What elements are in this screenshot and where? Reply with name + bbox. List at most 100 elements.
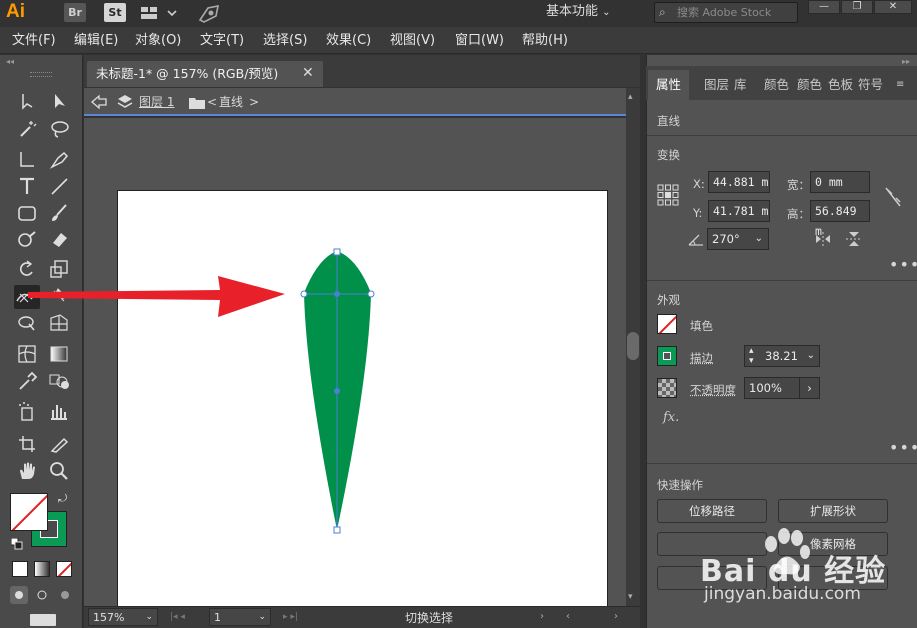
breadcrumb-object[interactable]: 直线 [219,91,243,113]
screen-mode-button[interactable] [30,614,56,626]
none-mode-button[interactable] [56,561,72,577]
artboard-number-field[interactable]: 1 ⌄ [209,608,271,626]
more-transform-options-icon[interactable]: ••• [889,255,917,274]
type-tool[interactable] [16,175,38,197]
width-field[interactable]: 0 mm [810,171,870,193]
gradient-mode-button[interactable] [34,561,50,577]
status-menu-arrow-icon[interactable]: › [540,609,548,625]
more-appearance-options-icon[interactable]: ••• [889,438,917,457]
mesh-tool[interactable] [16,343,38,365]
default-colors-icon[interactable] [10,537,23,550]
width-handle-left[interactable] [300,290,308,298]
menu-select[interactable]: 选择(S) [263,27,307,54]
tab-swatches[interactable]: 色板 [828,70,853,100]
menu-effect[interactable]: 效果(C) [326,27,371,54]
menu-view[interactable]: 视图(V) [390,27,435,54]
eraser-tool[interactable] [48,228,70,250]
panel-menu-icon[interactable]: ≡ [896,70,904,100]
tab-libraries[interactable]: 库 [734,70,747,100]
tab-layers[interactable]: 图层 [704,70,729,100]
menu-help[interactable]: 帮助(H) [522,27,568,54]
paintbrush-tool[interactable] [48,202,70,224]
scroll-left-icon[interactable]: ‹ [566,609,574,625]
draw-inside-button[interactable] [56,586,74,604]
fill-color-swatch[interactable] [657,314,677,334]
fill-swatch-none[interactable] [10,493,48,531]
close-window-button[interactable]: ✕ [874,0,912,14]
scroll-up-icon[interactable]: ▴ [628,92,638,102]
symbol-sprayer-tool[interactable] [16,400,38,422]
close-tab-button[interactable]: ✕ [302,63,316,83]
x-position-field[interactable]: 44.881 m [708,171,770,193]
blend-tool[interactable] [48,370,70,392]
toolbar-grip[interactable] [30,72,52,77]
minimize-button[interactable]: — [808,0,840,14]
stroke-color-swatch[interactable] [657,346,677,366]
width-point-mid[interactable] [334,388,340,394]
stock-button[interactable]: St [104,3,126,22]
magic-wand-tool[interactable] [16,118,38,140]
shaper-tool[interactable] [16,228,38,250]
tab-color-guide[interactable]: 颜色 [764,70,789,100]
menu-window[interactable]: 窗口(W) [455,27,504,54]
back-button[interactable] [90,94,108,110]
anchor-point-top[interactable] [333,248,341,256]
arrange-documents-button[interactable] [140,4,178,22]
rectangle-tool[interactable] [16,202,38,224]
swap-fill-stroke-icon[interactable]: ⤾ [58,492,72,506]
opacity-field[interactable]: 100% › [744,377,820,399]
y-position-field[interactable]: 41.781 m [708,200,770,222]
constrain-proportions-button[interactable] [882,186,902,208]
chevron-right-icon[interactable]: › [799,378,819,398]
stroke-label[interactable]: 描边 [690,350,713,366]
artwork-layer[interactable] [84,118,626,606]
selection-tool[interactable] [16,90,38,112]
artboard-tool[interactable] [16,433,38,455]
bridge-button[interactable]: Br [64,3,86,22]
height-field[interactable]: 56.849 m [810,200,870,238]
width-handle-right[interactable] [367,290,375,298]
eyedropper-tool[interactable] [16,370,38,392]
menu-edit[interactable]: 编辑(E) [74,27,118,54]
document-tab[interactable]: 未标题-1* @ 157% (RGB/预览) [87,61,323,87]
pen-tool[interactable] [48,148,70,170]
line-tool[interactable] [48,175,70,197]
workspace-switcher[interactable]: 基本功能 ⌄ [546,0,638,26]
scroll-right-icon[interactable]: › [614,609,622,625]
color-mode-button[interactable] [12,561,28,577]
draw-normal-button[interactable] [10,586,28,604]
last-artboard-button[interactable]: ▸ ▸| [283,609,319,625]
stroke-weight-field[interactable]: ▴ ▾ 38.21 ⌄ [744,345,820,367]
vertical-scroll-thumb[interactable] [627,332,639,360]
slice-tool[interactable] [48,433,70,455]
flip-horizontal-button[interactable] [815,232,831,246]
lasso-tool[interactable] [48,118,70,140]
gpu-performance-button[interactable] [196,2,222,24]
zoom-tool[interactable] [48,460,70,482]
tab-symbols[interactable]: 符号 [858,70,883,100]
width-point-center[interactable] [334,291,340,297]
zoom-level-field[interactable]: 157% ⌄ [88,608,158,626]
opacity-label[interactable]: 不透明度 [690,382,736,398]
menu-type[interactable]: 文字(T) [200,27,244,54]
draw-behind-button[interactable] [33,586,51,604]
stock-search-input[interactable]: ⌕ 搜索 Adobe Stock [654,2,798,23]
maximize-button[interactable]: ❐ [841,0,873,14]
gradient-tool[interactable] [48,343,70,365]
line-segment-tool-group[interactable] [16,148,38,170]
menu-file[interactable]: 文件(F) [12,27,56,54]
menu-object[interactable]: 对象(O) [135,27,181,54]
rotation-angle-field[interactable]: 270° ⌄ [707,228,769,250]
fx-effects-button[interactable]: fx. [663,410,679,425]
direct-selection-tool[interactable] [48,90,70,112]
toolbar-collapse-handle[interactable]: ◂◂ [6,58,78,66]
panel-collapse-handle[interactable]: ▸▸ [876,58,910,66]
tab-properties[interactable]: 属性 [648,70,690,100]
flip-vertical-button[interactable] [846,231,862,247]
tab-color[interactable]: 颜色 [797,70,822,100]
breadcrumb-layer[interactable]: 图层 1 [139,91,174,113]
anchor-point-bottom[interactable] [333,526,341,534]
column-graph-tool[interactable] [48,400,70,422]
reference-point-icon[interactable] [657,184,679,206]
scroll-down-icon[interactable]: ▾ [628,592,638,602]
